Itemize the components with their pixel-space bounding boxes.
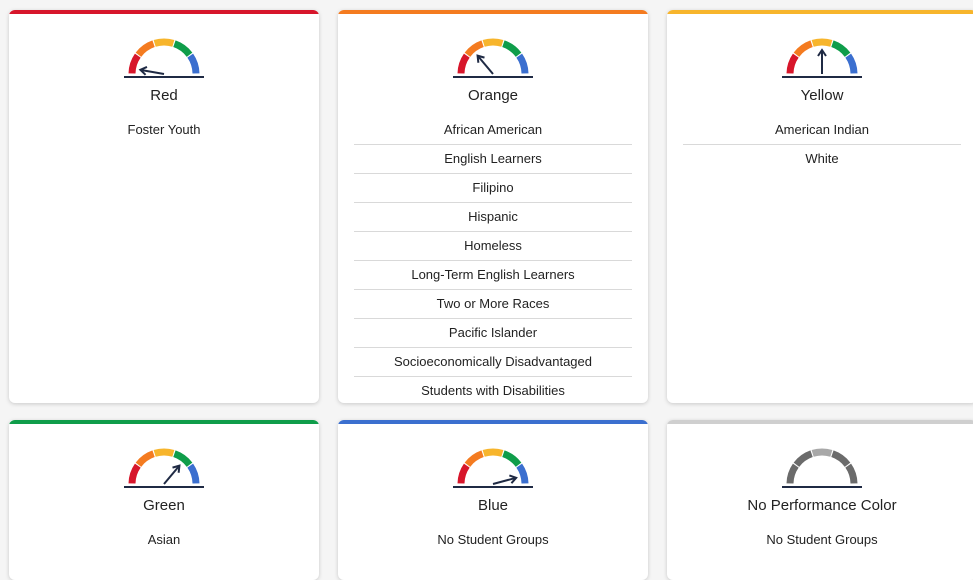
card-accent-bar [9, 420, 319, 424]
student-group-list: American Indian White [683, 116, 961, 173]
student-group-item: Hispanic [354, 203, 632, 232]
student-group-item: American Indian [683, 116, 961, 145]
gauge-segment [793, 450, 813, 467]
student-group-item: Socioeconomically Disadvantaged [354, 348, 632, 377]
performance-card-yellow: Yellow American Indian White [667, 10, 973, 403]
student-group-item: Long-Term English Learners [354, 261, 632, 290]
performance-color-label: Green [143, 497, 185, 514]
gauge-segment [153, 448, 175, 457]
gauge-segment [482, 38, 504, 47]
gauge-segment [845, 53, 858, 74]
student-group-list: No Student Groups [354, 526, 632, 554]
gauge-segment [502, 450, 522, 467]
performance-gauge-icon [124, 38, 204, 78]
gauge-segment [173, 450, 193, 467]
gauge-segment [173, 40, 193, 57]
gauge-segment [516, 53, 529, 74]
performance-gauge-icon [453, 448, 533, 488]
student-group-item: Asian [147, 532, 181, 547]
gauge-segment [845, 463, 858, 484]
gauge-segment [786, 53, 799, 74]
student-group-item: Filipino [354, 174, 632, 203]
gauge-segment [831, 450, 851, 467]
student-group-item: English Learners [354, 145, 632, 174]
gauge-segment [187, 463, 200, 484]
card-accent-bar [338, 420, 648, 424]
card-accent-bar [667, 420, 973, 424]
gauge-segment [464, 450, 484, 467]
gauge-segment [793, 40, 813, 57]
gauge-segment [457, 463, 470, 484]
student-group-item: Homeless [354, 232, 632, 261]
gauge-segment [128, 463, 141, 484]
gauge-segment [502, 40, 522, 57]
gauge-segment [457, 53, 470, 74]
student-group-item: Students with Disabilities [421, 383, 565, 398]
performance-card-green: Green Asian [9, 420, 319, 580]
gauge-segment [153, 38, 175, 47]
performance-card-no-color: No Performance Color No Student Groups [667, 420, 973, 580]
gauge-needle [163, 464, 181, 485]
card-accent-bar [338, 10, 648, 14]
gauge-segment [786, 463, 799, 484]
performance-color-label: Blue [477, 497, 509, 514]
performance-color-label: Orange [467, 87, 519, 104]
gauge-segment [811, 38, 833, 47]
gauge-segment [811, 448, 833, 457]
student-group-item: White [805, 151, 839, 166]
student-group-list: No Student Groups [683, 526, 961, 554]
gauge-segment [831, 40, 851, 57]
student-group-item: Pacific Islander [354, 319, 632, 348]
student-group-item: No Student Groups [437, 532, 549, 547]
performance-color-label: Red [150, 87, 178, 104]
student-group-item: Foster Youth [127, 122, 201, 137]
student-group-item: No Student Groups [766, 532, 878, 547]
gauge-segment [128, 53, 141, 74]
gauge-segment [516, 463, 529, 484]
performance-card-red: Red Foster Youth [9, 10, 319, 403]
gauge-segment [464, 40, 484, 57]
performance-card-blue: Blue No Student Groups [338, 420, 648, 580]
performance-color-label: No Performance Color [747, 497, 897, 514]
student-group-list: Asian [25, 526, 303, 554]
card-accent-bar [667, 10, 973, 14]
performance-color-label: Yellow [800, 87, 844, 104]
performance-gauge-icon [124, 448, 204, 488]
performance-gauge-icon [782, 38, 862, 78]
gauge-segment [482, 448, 504, 457]
performance-gauge-icon [782, 448, 862, 488]
card-accent-bar [9, 10, 319, 14]
student-group-item: African American [354, 116, 632, 145]
student-group-list: African American English Learners Filipino… [354, 116, 632, 403]
student-group-list: Foster Youth [25, 116, 303, 144]
gauge-segment [135, 450, 155, 467]
gauge-segment [187, 53, 200, 74]
student-group-item: Two or More Races [354, 290, 632, 319]
gauge-needle [476, 54, 494, 75]
performance-gauge-icon [453, 38, 533, 78]
gauge-segment [135, 40, 155, 57]
performance-card-orange: Orange African American English Learners F… [338, 10, 648, 403]
